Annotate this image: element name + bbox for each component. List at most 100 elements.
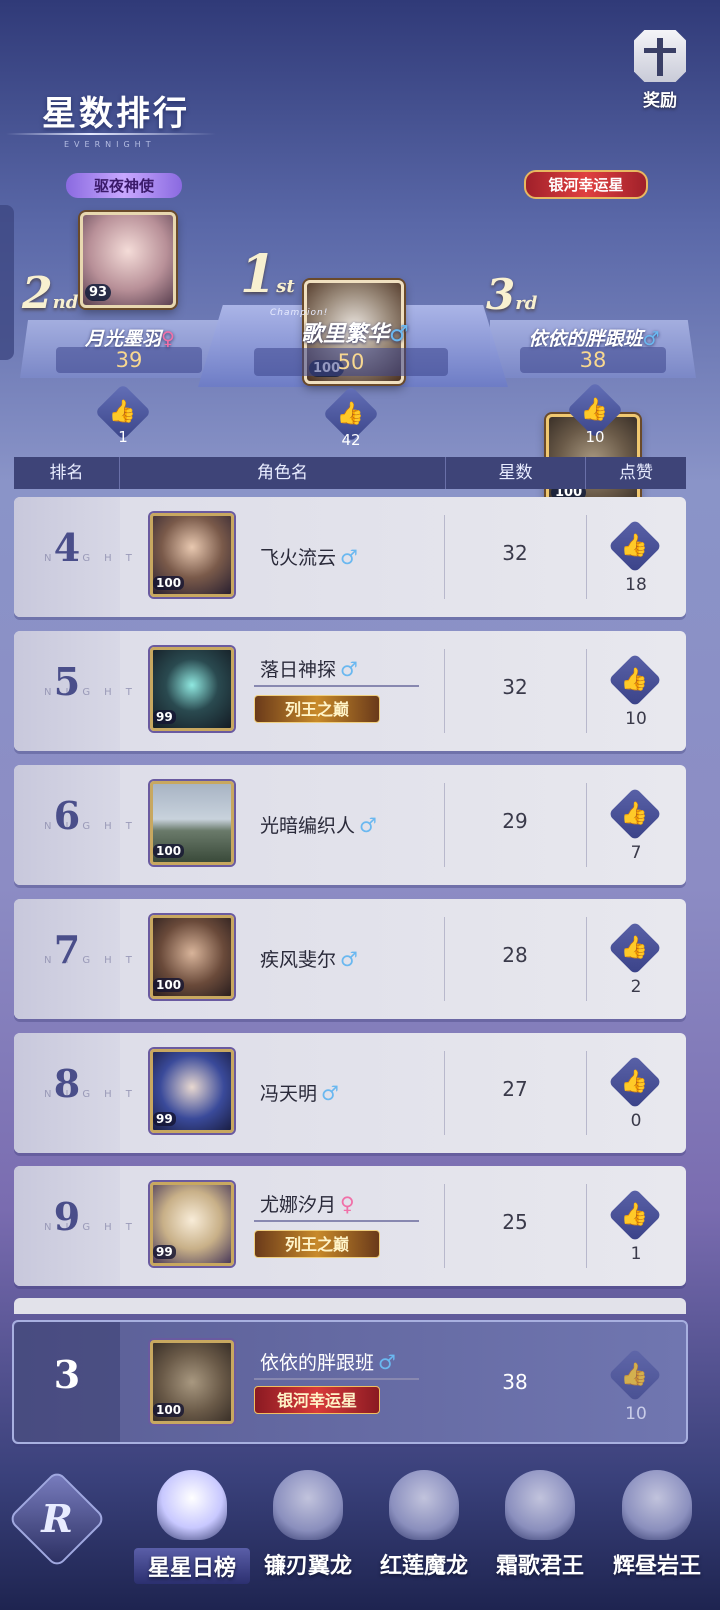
like-button[interactable]: 👍 bbox=[608, 1188, 662, 1242]
first-like-count: 42 bbox=[341, 431, 361, 449]
tab-label: 红莲魔龙 bbox=[379, 1553, 468, 1579]
star-count: 32 bbox=[502, 541, 528, 565]
tab-label: 星星日榜 bbox=[134, 1548, 250, 1584]
row-rank: 6 bbox=[53, 793, 81, 838]
my-like-button[interactable]: 👍 bbox=[608, 1348, 662, 1402]
title-badge: 列王之巅 bbox=[254, 1230, 380, 1258]
table-row[interactable]: NIGHT 9 99 尤娜汐月 ♀ 列王之巅 25 👍 1 bbox=[14, 1166, 686, 1286]
star-count: 28 bbox=[502, 943, 528, 967]
star-count: 32 bbox=[502, 675, 528, 699]
avatar[interactable]: 99 bbox=[150, 647, 234, 731]
dragon-emblem-icon bbox=[622, 1470, 692, 1540]
second-like-count: 1 bbox=[118, 428, 128, 446]
avatar[interactable]: 99 bbox=[150, 1049, 234, 1133]
level-badge: 100 bbox=[153, 978, 185, 992]
my-like-count: 10 bbox=[625, 1404, 647, 1424]
thumbs-up-icon: 👍 bbox=[621, 935, 649, 961]
my-title-badge: 银河幸运星 bbox=[254, 1386, 380, 1414]
like-count: 2 bbox=[630, 977, 642, 997]
thumbs-up-icon: 👍 bbox=[621, 801, 649, 827]
thumbs-up-icon: 👍 bbox=[621, 667, 649, 693]
like-count: 18 bbox=[625, 575, 647, 595]
my-rank: 3 bbox=[53, 1352, 81, 1397]
page-subtitle: EVERNIGHT bbox=[64, 140, 156, 149]
player-name: 落日神探 ♂ bbox=[260, 657, 358, 681]
logo-icon[interactable]: R bbox=[7, 1469, 107, 1569]
thumbs-up-icon: 👍 bbox=[621, 533, 649, 559]
gift-icon bbox=[634, 30, 686, 82]
reward-button[interactable]: 奖励 bbox=[620, 30, 700, 111]
avatar[interactable]: 100 bbox=[150, 513, 234, 597]
tab-dawn-rock-king[interactable]: 辉昼岩王 bbox=[598, 1456, 716, 1610]
male-icon: ♂ bbox=[340, 545, 358, 569]
male-icon: ♂ bbox=[340, 657, 358, 681]
table-row[interactable]: NIGHT 4 100 飞火流云 ♂ 32 👍 18 bbox=[14, 497, 686, 617]
column-likes: 点赞 bbox=[619, 463, 653, 483]
dragon-emblem-icon bbox=[505, 1470, 575, 1540]
like-button[interactable]: 👍 bbox=[608, 519, 662, 573]
row-rank: 8 bbox=[53, 1061, 81, 1106]
third-like-button[interactable]: 👍 bbox=[566, 381, 624, 439]
level-badge: 100 bbox=[153, 844, 185, 858]
table-row[interactable]: NIGHT 6 100 光暗编织人 ♂ 29 👍 7 bbox=[14, 765, 686, 885]
male-icon: ♂ bbox=[321, 1081, 339, 1105]
level-badge: 99 bbox=[153, 1112, 176, 1126]
table-row-partial bbox=[14, 1298, 686, 1314]
tab-label: 辉昼岩王 bbox=[612, 1553, 701, 1579]
player-name: 光暗编织人 ♂ bbox=[260, 813, 377, 837]
row-rank: 9 bbox=[53, 1194, 81, 1239]
title-badge: 列王之巅 bbox=[254, 695, 380, 723]
like-button[interactable]: 👍 bbox=[608, 653, 662, 707]
my-avatar[interactable]: 100 bbox=[150, 1340, 234, 1424]
avatar[interactable]: 100 bbox=[150, 781, 234, 865]
like-count: 1 bbox=[630, 1244, 642, 1264]
my-star-count: 38 bbox=[502, 1370, 528, 1394]
table-row[interactable]: NIGHT 8 99 冯天明 ♂ 27 👍 0 bbox=[14, 1033, 686, 1153]
thumbs-up-icon: 👍 bbox=[621, 1362, 649, 1388]
my-rank-row[interactable]: 3 100 依依的胖跟班 ♂ 银河幸运星 38 👍 10 bbox=[12, 1320, 688, 1444]
dragon-emblem-icon bbox=[389, 1470, 459, 1540]
like-button[interactable]: 👍 bbox=[608, 787, 662, 841]
ranking-table-header: 排名 角色名 星数 点赞 bbox=[14, 457, 686, 489]
like-count: 0 bbox=[630, 1111, 642, 1131]
second-like-button[interactable]: 👍 bbox=[94, 383, 152, 441]
table-row[interactable]: NIGHT 7 100 疾风斐尔 ♂ 28 👍 2 bbox=[14, 899, 686, 1019]
side-drawer-handle[interactable] bbox=[0, 205, 14, 360]
row-rank: 7 bbox=[53, 927, 81, 972]
first-score: 50 bbox=[254, 348, 448, 376]
third-place-label: 3rd bbox=[486, 270, 538, 319]
tab-scythe-wyvern[interactable]: 镰刃翼龙 bbox=[250, 1456, 366, 1610]
star-count: 27 bbox=[502, 1077, 528, 1101]
second-avatar[interactable]: 93 bbox=[80, 212, 176, 308]
like-button[interactable]: 👍 bbox=[608, 1055, 662, 1109]
column-rank: 排名 bbox=[14, 457, 120, 489]
column-name: 角色名 bbox=[120, 457, 446, 489]
thumbs-up-icon: 👍 bbox=[621, 1069, 649, 1095]
player-name: 尤娜汐月 ♀ bbox=[260, 1192, 355, 1216]
tab-label: 镰刃翼龙 bbox=[263, 1553, 352, 1579]
thumbs-up-icon: 👍 bbox=[621, 1202, 649, 1228]
player-name: 疾风斐尔 ♂ bbox=[260, 947, 358, 971]
table-row[interactable]: NIGHT 5 99 落日神探 ♂ 列王之巅 32 👍 10 bbox=[14, 631, 686, 751]
column-stars: 星数 bbox=[446, 457, 586, 489]
like-button[interactable]: 👍 bbox=[608, 921, 662, 975]
star-count: 29 bbox=[502, 809, 528, 833]
tab-label: 霜歌君王 bbox=[495, 1553, 584, 1579]
second-score: 39 bbox=[56, 347, 202, 373]
tab-star-daily[interactable]: 星星日榜 bbox=[134, 1456, 250, 1610]
first-place-label: 1st bbox=[240, 244, 295, 305]
like-count: 7 bbox=[630, 843, 642, 863]
tab-frost-king[interactable]: 霜歌君王 bbox=[482, 1456, 598, 1610]
second-place-label: 2nd bbox=[22, 268, 79, 319]
player-name: 飞火流云 ♂ bbox=[260, 545, 358, 569]
level-badge: 99 bbox=[153, 710, 176, 724]
star-count: 25 bbox=[502, 1210, 528, 1234]
first-like-button[interactable]: 👍 bbox=[322, 385, 380, 443]
avatar[interactable]: 99 bbox=[150, 1182, 234, 1266]
tab-crimson-dragon[interactable]: 红莲魔龙 bbox=[366, 1456, 482, 1610]
male-icon: ♂ bbox=[340, 947, 358, 971]
level-badge: 99 bbox=[153, 1245, 176, 1259]
reward-label: 奖励 bbox=[643, 91, 677, 111]
avatar[interactable]: 100 bbox=[150, 915, 234, 999]
third-like-count: 10 bbox=[585, 428, 605, 446]
